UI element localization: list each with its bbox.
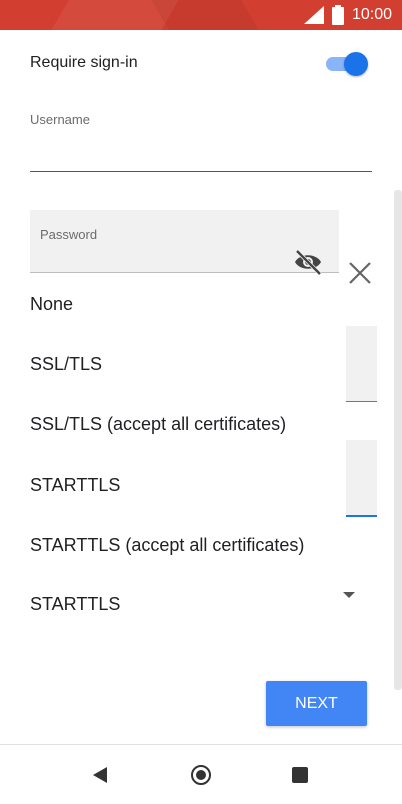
option-starttls-accept-all[interactable]: STARTTLS (accept all certificates) [30, 535, 304, 556]
username-underline [30, 171, 372, 172]
username-label: Username [30, 112, 90, 127]
username-field[interactable] [30, 130, 372, 172]
require-signin-toggle[interactable] [324, 52, 368, 76]
scrollbar[interactable] [394, 190, 402, 690]
visibility-off-icon[interactable] [293, 249, 323, 275]
close-icon[interactable] [346, 259, 374, 287]
security-type-select[interactable]: STARTTLS [30, 594, 120, 615]
battery-icon [331, 5, 344, 25]
server-field[interactable] [346, 440, 377, 517]
home-icon[interactable] [191, 765, 211, 785]
require-signin-label: Require sign-in [30, 54, 138, 71]
option-starttls[interactable]: STARTTLS [30, 475, 120, 496]
status-time: 10:00 [351, 6, 392, 23]
password-placeholder: Password [40, 227, 98, 242]
account-settings-form: Require sign-in Username Password None S… [0, 30, 402, 744]
port-field[interactable] [346, 326, 377, 402]
status-bar: 10:00 [0, 0, 402, 30]
recent-apps-icon[interactable] [292, 767, 308, 783]
option-ssl-tls-accept-all[interactable]: SSL/TLS (accept all certificates) [30, 414, 286, 435]
option-none[interactable]: None [30, 294, 73, 315]
wifi-signal-icon [303, 6, 324, 24]
option-ssl-tls[interactable]: SSL/TLS [30, 354, 102, 375]
dropdown-arrow-icon[interactable] [343, 592, 355, 598]
toggle-knob [344, 52, 368, 76]
back-icon[interactable] [93, 767, 107, 783]
next-button[interactable]: NEXT [266, 681, 367, 726]
navigation-bar [0, 744, 402, 804]
